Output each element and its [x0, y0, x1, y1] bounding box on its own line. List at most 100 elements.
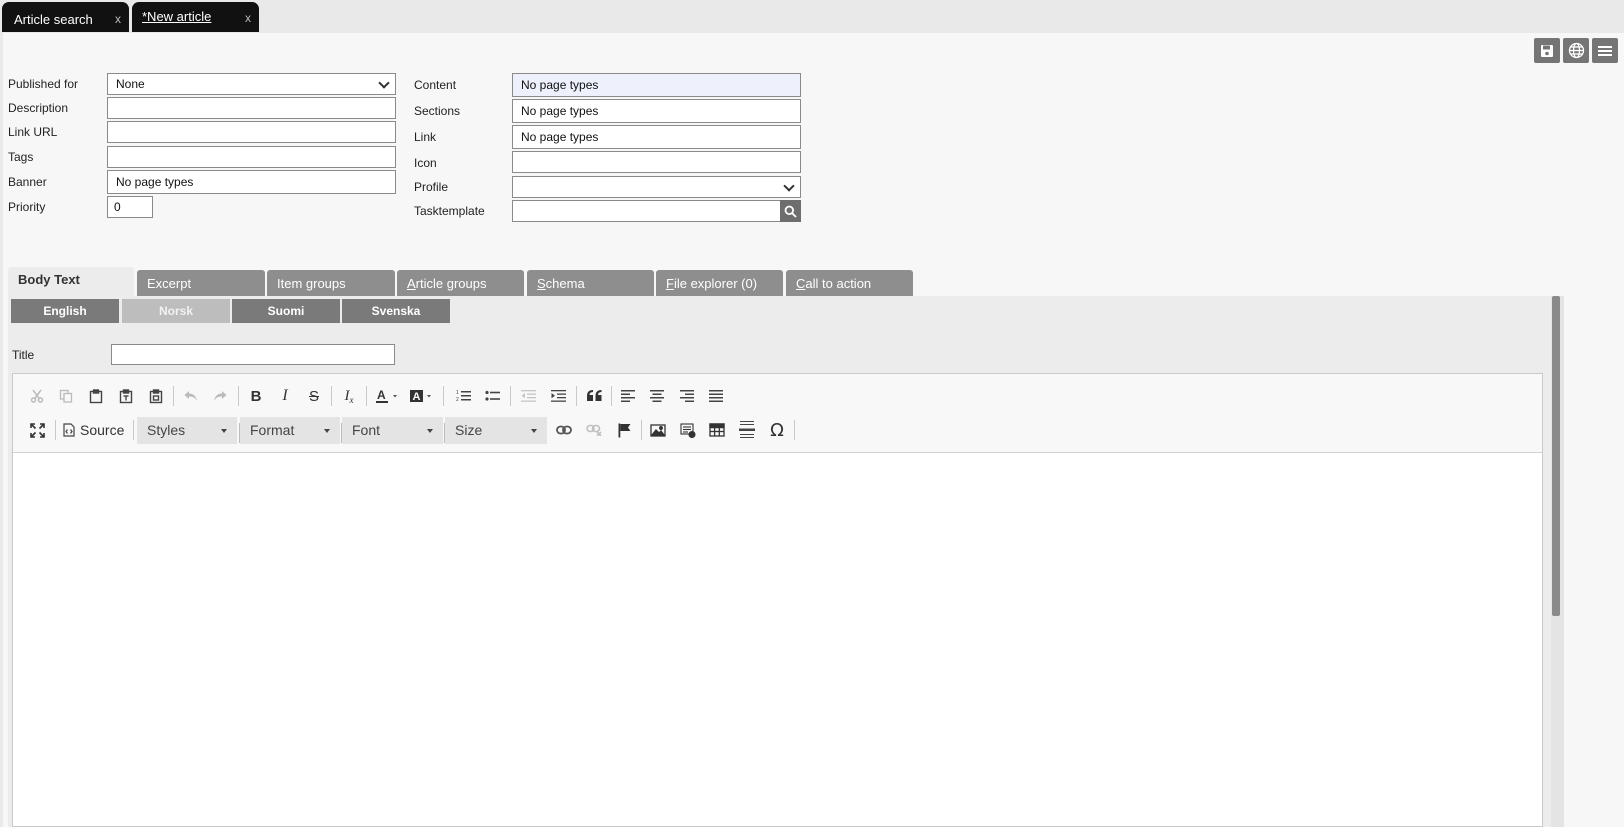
tab-label: Article search: [14, 12, 93, 27]
scrollbar-thumb[interactable]: [1552, 296, 1560, 616]
numbered-list-icon[interactable]: 12: [450, 383, 476, 409]
source-icon: [63, 423, 75, 437]
link-url-input[interactable]: [107, 121, 396, 143]
tab-schema[interactable]: Schema: [527, 270, 654, 296]
link-icon[interactable]: [551, 417, 577, 443]
tab-call-to-action[interactable]: Call to action: [786, 270, 913, 296]
caret-down-icon: [324, 429, 330, 433]
tab-body-text[interactable]: Body Text: [8, 267, 134, 296]
table-icon[interactable]: [704, 417, 730, 443]
tab-label: rticle groups: [415, 276, 487, 291]
lang-tab-english[interactable]: English: [11, 299, 119, 323]
unlink-icon[interactable]: [581, 417, 607, 443]
italic-icon[interactable]: I: [272, 383, 298, 409]
published-for-select[interactable]: None: [107, 73, 396, 95]
tab-access-key: F: [666, 276, 674, 291]
tab-close-button[interactable]: x: [245, 11, 251, 25]
paste-icon[interactable]: [83, 383, 109, 409]
published-for-value: None: [116, 77, 145, 91]
sections-field[interactable]: No page types: [512, 99, 801, 123]
description-label: Description: [8, 101, 69, 115]
menu-icon[interactable]: [1592, 38, 1618, 63]
font-label: Font: [352, 422, 381, 438]
svg-text:A: A: [377, 388, 386, 402]
tab-label: *New article: [142, 9, 212, 24]
blockquote-icon[interactable]: [581, 383, 607, 409]
lang-tab-svenska[interactable]: Svenska: [342, 299, 450, 323]
title-input[interactable]: [111, 344, 395, 365]
tags-input[interactable]: [107, 146, 396, 168]
tab-article-search[interactable]: Article search x: [2, 2, 129, 32]
size-label: Size: [455, 422, 483, 438]
align-left-icon[interactable]: [615, 383, 641, 409]
cut-icon[interactable]: [24, 383, 50, 409]
document-tabs: Article search x *New article x: [0, 0, 1624, 33]
image-icon[interactable]: [645, 417, 671, 443]
maximize-icon[interactable]: [24, 417, 50, 443]
search-icon[interactable]: [780, 200, 801, 222]
strikethrough-icon[interactable]: S: [301, 383, 327, 409]
tasktemplate-label: Tasktemplate: [414, 204, 485, 218]
description-input[interactable]: [107, 97, 396, 119]
content-field[interactable]: No page types: [512, 73, 801, 97]
tab-label: Body Text: [18, 272, 80, 287]
link-field[interactable]: No page types: [512, 125, 801, 149]
priority-input[interactable]: 0: [107, 196, 153, 218]
tab-close-button[interactable]: x: [115, 12, 121, 26]
bullet-list-icon[interactable]: [479, 383, 505, 409]
horizontal-rule-icon[interactable]: [734, 417, 760, 443]
profile-select[interactable]: [512, 176, 801, 198]
svg-text:A: A: [413, 391, 421, 403]
published-for-label: Published for: [8, 77, 79, 91]
save-icon[interactable]: [1534, 38, 1560, 63]
link-label: Link: [414, 130, 437, 144]
bold-icon[interactable]: B: [243, 383, 269, 409]
paste-text-icon[interactable]: [113, 383, 139, 409]
anchor-flag-icon[interactable]: [611, 417, 637, 443]
tab-file-explorer[interactable]: File explorer (0): [656, 270, 783, 296]
profile-label: Profile: [414, 180, 449, 194]
copy-icon[interactable]: [53, 383, 79, 409]
remove-format-icon[interactable]: Ix: [336, 383, 362, 409]
caret-down-icon: [427, 429, 433, 433]
background-color-icon[interactable]: A: [407, 383, 437, 409]
format-combo[interactable]: Format: [240, 417, 340, 444]
tab-article-groups[interactable]: Article groups: [397, 270, 524, 296]
paste-word-icon[interactable]: [143, 383, 169, 409]
content-label: Content: [414, 78, 457, 92]
tab-label: chema: [545, 276, 585, 291]
rich-text-editor: B I S Ix A A 12 Source Styles Format Fon…: [12, 373, 1543, 827]
source-button[interactable]: Source: [63, 417, 124, 443]
lang-tab-norsk[interactable]: Norsk: [122, 299, 230, 323]
justify-icon[interactable]: [703, 383, 729, 409]
tab-new-article[interactable]: *New article x: [132, 2, 259, 32]
indent-icon[interactable]: [545, 383, 571, 409]
source-label: Source: [80, 422, 125, 438]
sections-value: No page types: [521, 104, 599, 118]
caret-down-icon: [221, 429, 227, 433]
text-color-icon[interactable]: A: [373, 383, 403, 409]
styles-combo[interactable]: Styles: [137, 417, 237, 444]
icon-input[interactable]: [512, 151, 801, 173]
tab-excerpt[interactable]: Excerpt: [137, 270, 265, 296]
lang-tab-suomi[interactable]: Suomi: [232, 299, 340, 323]
image-map-icon[interactable]: [675, 417, 701, 443]
banner-label: Banner: [8, 175, 47, 189]
tab-item-groups[interactable]: Item groups: [267, 270, 395, 296]
redo-icon[interactable]: [207, 383, 233, 409]
align-center-icon[interactable]: [644, 383, 670, 409]
special-char-icon[interactable]: Ω: [764, 417, 790, 443]
size-combo[interactable]: Size: [445, 417, 547, 444]
editor-content-area[interactable]: [13, 454, 1542, 826]
tasktemplate-input[interactable]: [512, 200, 782, 222]
align-right-icon[interactable]: [674, 383, 700, 409]
link-value: No page types: [521, 130, 599, 144]
undo-icon[interactable]: [178, 383, 204, 409]
globe-icon[interactable]: [1563, 38, 1589, 63]
editor-toolbar: B I S Ix A A 12 Source Styles Format Fon…: [13, 374, 1542, 453]
top-toolbar: [1534, 38, 1618, 63]
tab-access-key: S: [537, 276, 546, 291]
font-combo[interactable]: Font: [342, 417, 443, 444]
banner-field[interactable]: No page types: [107, 170, 396, 194]
outdent-icon[interactable]: [515, 383, 541, 409]
